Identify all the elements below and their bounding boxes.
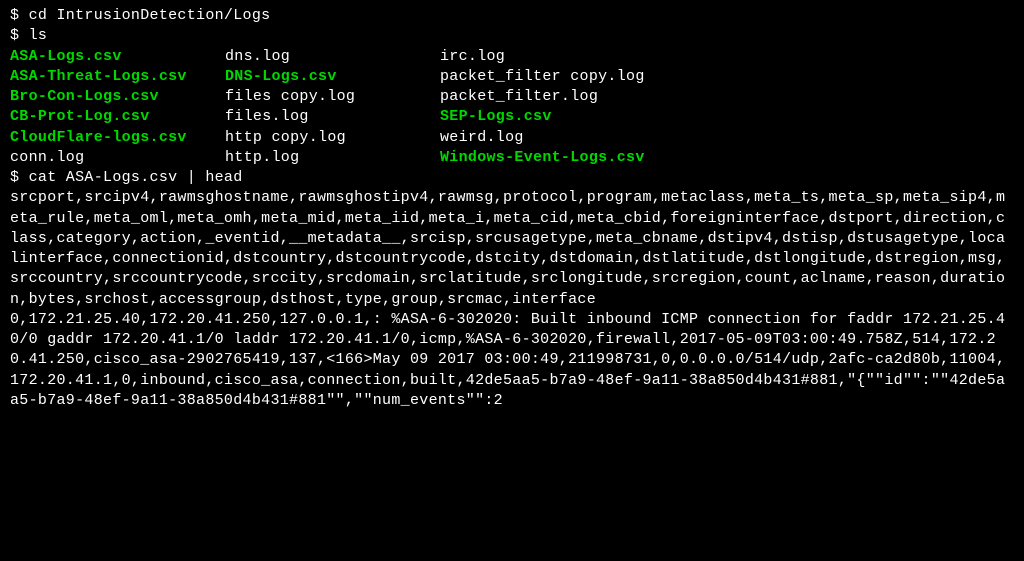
ls-file: packet_filter.log	[440, 87, 1014, 107]
ls-output: ASA-Logs.csv dns.log irc.log ASA-Threat-…	[10, 47, 1014, 169]
ls-file: files copy.log	[225, 87, 440, 107]
ls-file: http.log	[225, 148, 440, 168]
ls-file: DNS-Logs.csv	[225, 67, 440, 87]
ls-file: ASA-Threat-Logs.csv	[10, 67, 225, 87]
ls-file: SEP-Logs.csv	[440, 107, 1014, 127]
ls-file: conn.log	[10, 148, 225, 168]
command-cd: $ cd IntrusionDetection/Logs	[10, 6, 1014, 26]
cat-output: srcport,srcipv4,rawmsghostname,rawmsghos…	[10, 188, 1014, 411]
ls-file: packet_filter copy.log	[440, 67, 1014, 87]
ls-file: irc.log	[440, 47, 1014, 67]
ls-file: Windows-Event-Logs.csv	[440, 148, 1014, 168]
ls-file: files.log	[225, 107, 440, 127]
ls-file: ASA-Logs.csv	[10, 47, 225, 67]
command-cat: $ cat ASA-Logs.csv | head	[10, 168, 1014, 188]
ls-file: Bro-Con-Logs.csv	[10, 87, 225, 107]
ls-file: http copy.log	[225, 128, 440, 148]
ls-file: CB-Prot-Log.csv	[10, 107, 225, 127]
ls-file: CloudFlare-logs.csv	[10, 128, 225, 148]
ls-file: dns.log	[225, 47, 440, 67]
ls-file: weird.log	[440, 128, 1014, 148]
command-ls: $ ls	[10, 26, 1014, 46]
